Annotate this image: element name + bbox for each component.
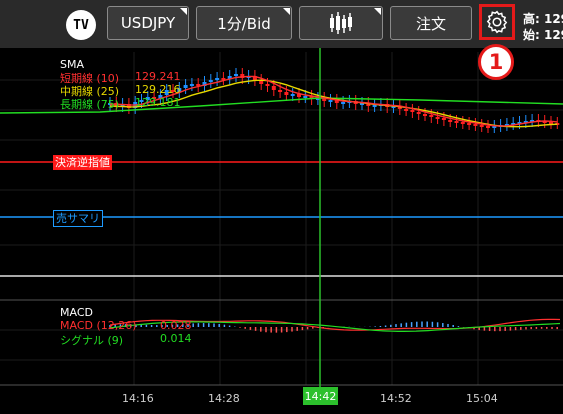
candle-body xyxy=(448,120,453,122)
candle-body xyxy=(341,102,346,104)
candle-body xyxy=(271,86,276,90)
settle-stop-label[interactable]: 決済逆指値 xyxy=(53,155,112,170)
crosshair-time-label: 14:42 xyxy=(303,387,338,405)
candle-body xyxy=(416,112,421,114)
candle-body xyxy=(183,85,188,88)
candle-body xyxy=(404,109,409,111)
candle-body xyxy=(278,90,283,92)
candle-body xyxy=(284,92,289,95)
signal-value: 0.014 xyxy=(160,332,192,345)
candle-body xyxy=(423,114,427,116)
candle-body xyxy=(454,121,459,123)
candle-body xyxy=(215,78,220,80)
macd-label: MACD (12,26) xyxy=(60,319,137,332)
candle-body xyxy=(328,100,333,102)
time-tick: 14:16 xyxy=(122,392,154,405)
time-tick: 14:52 xyxy=(380,392,412,405)
callout-badge: 1 xyxy=(478,44,514,80)
candle-body xyxy=(429,115,434,117)
time-tick: 15:04 xyxy=(466,392,498,405)
candle-body xyxy=(473,124,478,126)
sma-mid-value: 129.216 xyxy=(135,83,181,96)
candle-body xyxy=(435,117,440,119)
candle-body xyxy=(467,123,472,125)
candle-body xyxy=(265,84,270,86)
sma-long-value: 129.181 xyxy=(135,96,181,109)
candle-body xyxy=(486,126,490,128)
candle-body xyxy=(410,110,415,112)
candle-body xyxy=(290,94,295,96)
candle-body xyxy=(234,74,238,76)
sma-long-label: 長期線 (75) xyxy=(60,98,120,111)
candle-body xyxy=(372,105,377,107)
macd-value: 0.028 xyxy=(160,319,192,332)
sell-summary-label[interactable]: 売サマリ xyxy=(53,210,103,227)
candle-body xyxy=(460,122,465,124)
candle-body xyxy=(189,84,194,86)
signal-label: シグナル (9) xyxy=(60,334,124,347)
candle-body xyxy=(441,118,446,120)
candle-body xyxy=(208,80,213,82)
sma-short-value: 129.241 xyxy=(135,70,181,83)
candle-body xyxy=(303,96,308,98)
candle-body xyxy=(549,122,553,124)
macd-title: MACD xyxy=(60,306,93,319)
time-tick: 14:28 xyxy=(208,392,240,405)
candle-body xyxy=(479,125,484,127)
